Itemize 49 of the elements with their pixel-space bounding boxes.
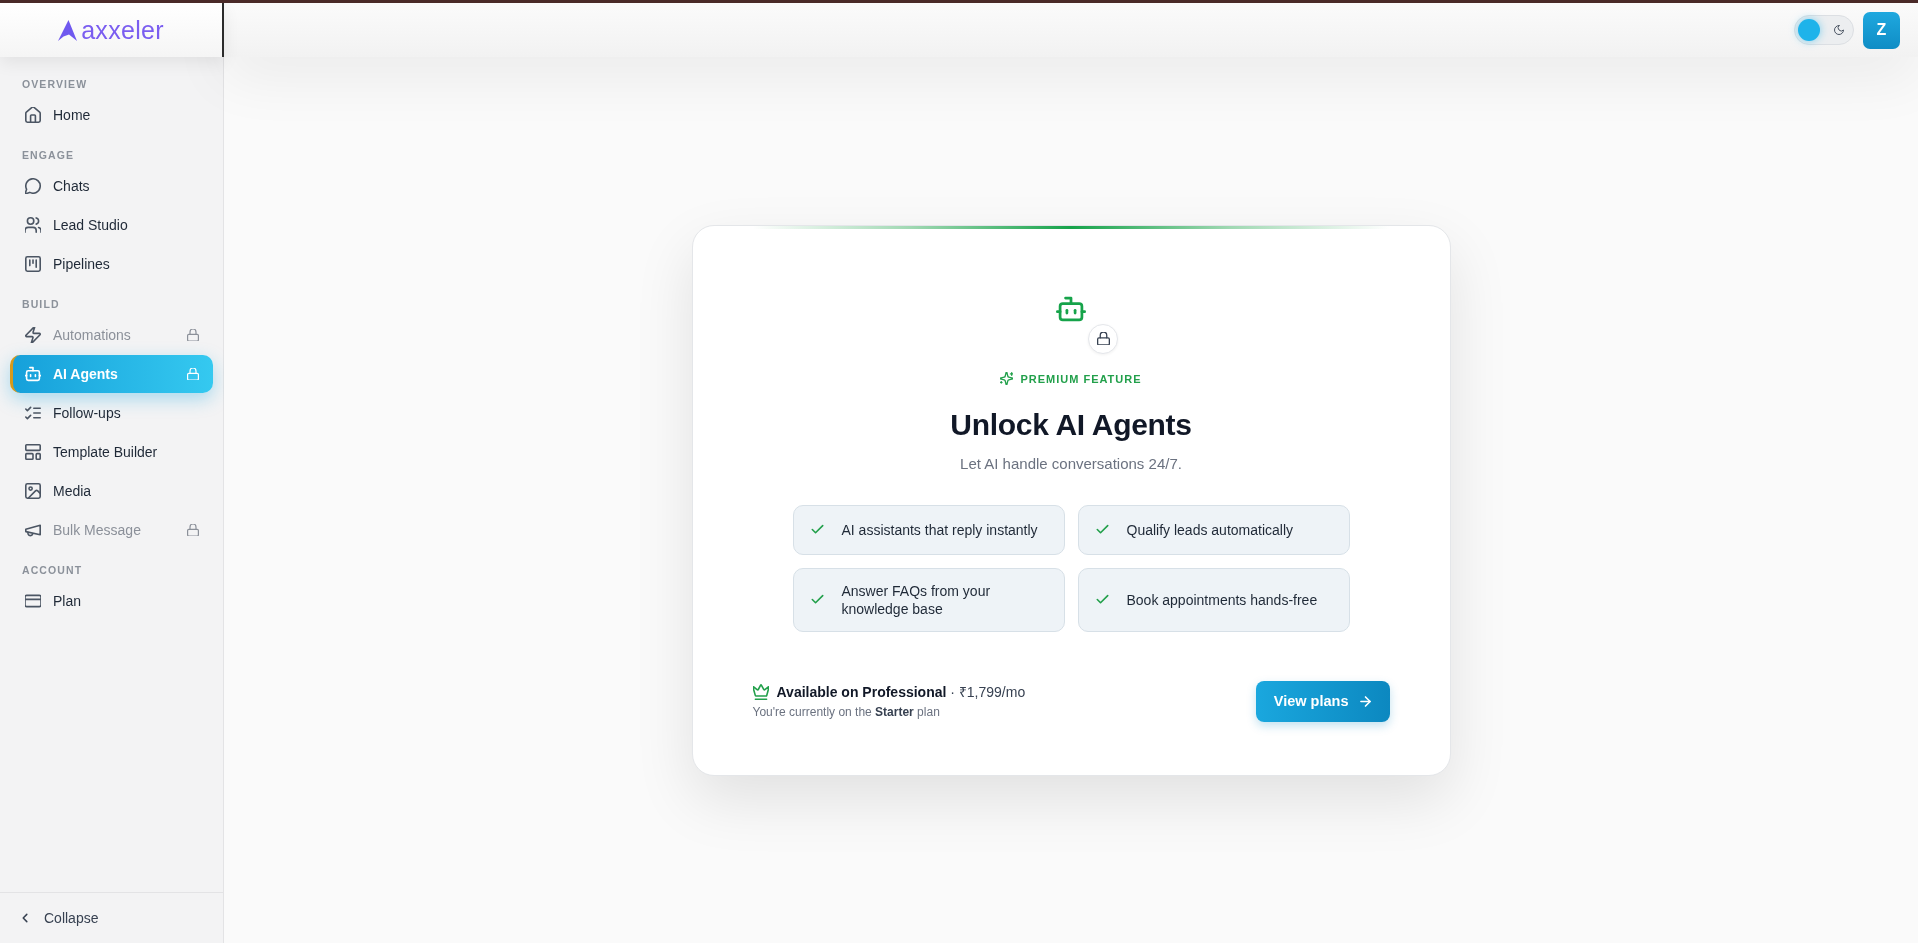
checklist-icon xyxy=(25,405,41,421)
arrow-right-icon xyxy=(1358,694,1372,708)
layout-icon xyxy=(25,444,41,460)
sidebar-item[interactable]: Pipelines xyxy=(10,245,213,283)
sidebar-item[interactable]: Home xyxy=(10,96,213,134)
check-icon xyxy=(810,523,824,536)
premium-label: PREMIUM FEATURE xyxy=(1020,372,1142,385)
credit-card-icon xyxy=(25,593,41,609)
section-label: BUILD xyxy=(22,297,61,311)
collapse-button[interactable]: Collapse xyxy=(0,892,223,943)
current-plan-note: You're currently on the Starter plan xyxy=(752,704,941,720)
check-icon xyxy=(1095,593,1109,606)
lightning-icon xyxy=(25,327,41,343)
moon-icon xyxy=(1834,25,1844,35)
sidebar-item[interactable]: Media xyxy=(10,472,213,510)
feature-text: Book appointments hands-free xyxy=(1126,590,1318,609)
section-label: OVERVIEW xyxy=(22,77,89,91)
toggle-knob xyxy=(1798,19,1820,41)
section-label: ENGAGE xyxy=(22,148,76,162)
feature-text: Qualify leads automatically xyxy=(1126,520,1294,539)
chat-bubble-icon xyxy=(25,178,41,194)
sidebar-item[interactable]: Plan xyxy=(10,582,213,620)
sidebar-item[interactable]: Template Builder xyxy=(10,433,213,471)
image-icon xyxy=(25,483,41,499)
feature-text: Answer FAQs from your knowledge base xyxy=(841,581,992,618)
check-icon xyxy=(810,593,824,606)
check-icon xyxy=(1095,523,1109,536)
sidebar-item[interactable]: Chats xyxy=(10,167,213,205)
card-subtitle: Let AI handle conversations 24/7. xyxy=(960,453,1182,474)
logo-text: axxeler xyxy=(81,15,164,45)
lock-icon xyxy=(1088,323,1118,354)
lock-icon xyxy=(187,329,199,341)
robot-icon xyxy=(25,366,41,382)
availability-text: Available on Professional · ₹1,799/mo xyxy=(776,683,1026,702)
megaphone-icon xyxy=(25,522,41,538)
lock-icon xyxy=(187,368,199,380)
crown-icon xyxy=(752,684,769,700)
section-label: ACCOUNT xyxy=(22,563,84,577)
board-icon xyxy=(25,256,41,272)
card-title: Unlock AI Agents xyxy=(950,406,1192,443)
logo-icon xyxy=(58,19,78,41)
lock-icon xyxy=(187,524,199,536)
sidebar-item[interactable]: Lead Studio xyxy=(10,206,213,244)
theme-toggle[interactable] xyxy=(1794,15,1854,45)
users-icon xyxy=(25,217,41,233)
sparkle-icon xyxy=(1000,372,1014,385)
home-icon xyxy=(25,107,41,123)
feature-text: AI assistants that reply instantly xyxy=(841,520,1038,539)
sidebar-item[interactable]: Follow-ups xyxy=(10,394,213,432)
